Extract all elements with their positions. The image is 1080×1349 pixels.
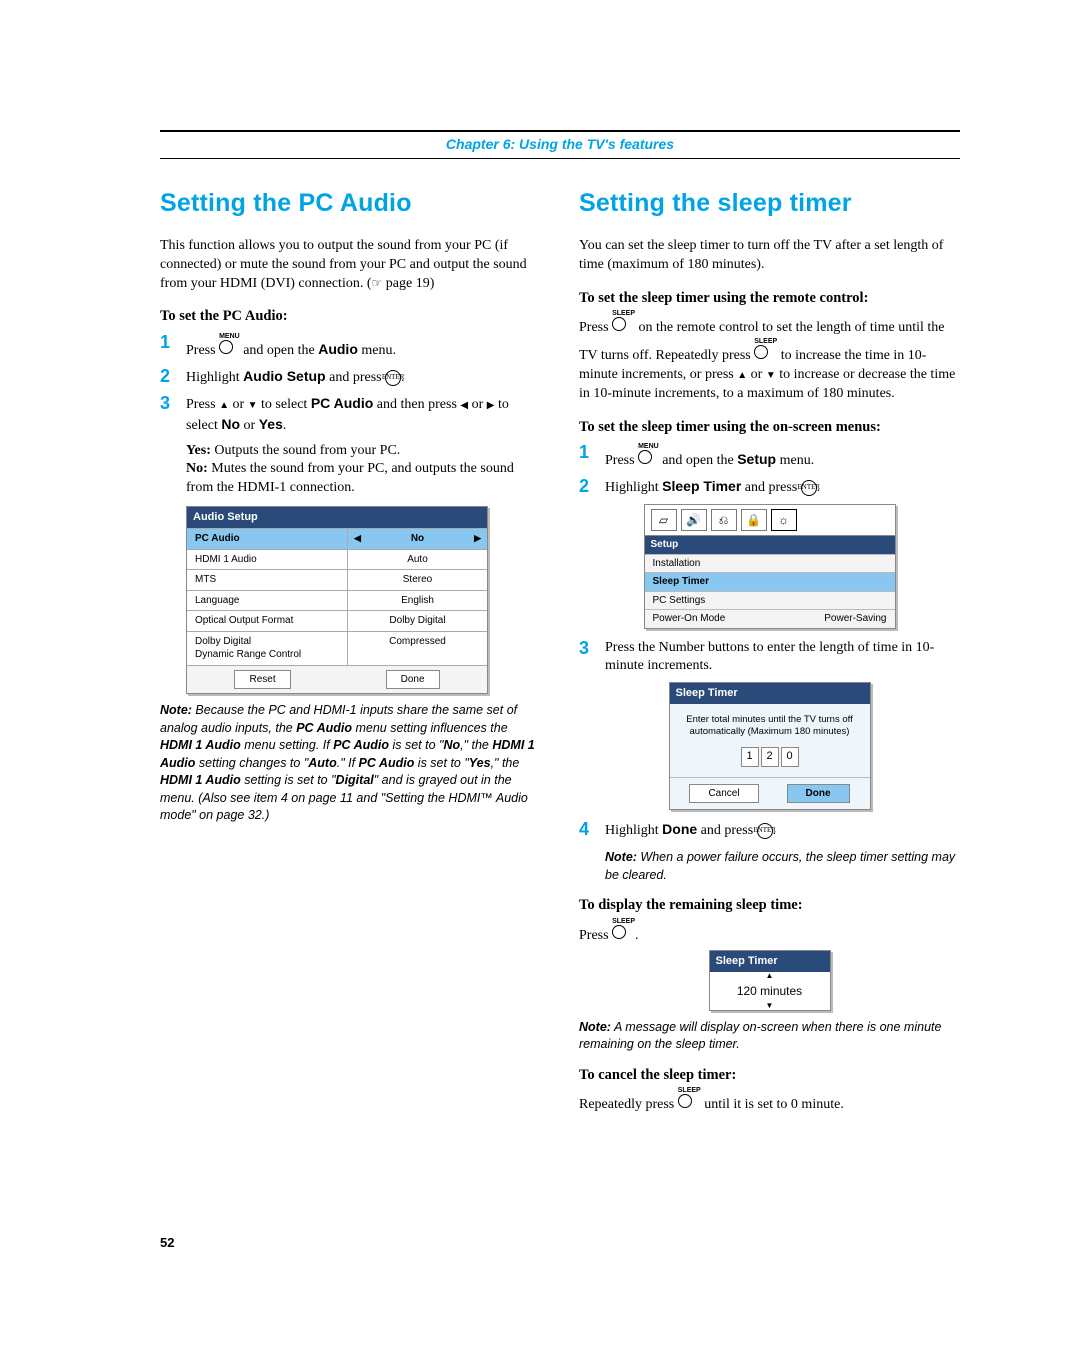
step-3: 3 Press ▲ or ▼ to select PC Audio and th… — [160, 394, 541, 436]
lock-icon: 🔒 — [741, 509, 767, 531]
sleep-digits: 1 2 0 — [740, 747, 800, 767]
sleep-button-icon: SLEEP — [612, 310, 635, 338]
subhead-set-pc-audio: To set the PC Audio: — [160, 307, 541, 327]
step-3: 3 Press the Number buttons to enter the … — [579, 639, 960, 677]
osd-row: Installation — [645, 554, 895, 573]
osd-title: Audio Setup — [187, 507, 487, 528]
osd-setup-title: Setup — [645, 536, 895, 554]
sleep-button-icon: SLEEP — [754, 338, 777, 366]
section-heading-sleep-timer: Setting the sleep timer — [579, 187, 960, 221]
step-1: 1 Press MENU and open the Audio menu. — [160, 333, 541, 361]
osd-row: Power-On ModePower-Saving — [645, 609, 895, 628]
intro-paragraph: This function allows you to output the s… — [160, 237, 541, 294]
note-one-minute: Note: A message will display on-screen w… — [579, 1019, 960, 1054]
step-1: 1 Press MENU and open the Setup menu. — [579, 443, 960, 471]
osd-sleep-mini: Sleep Timer ▲ 120 minutes ▼ — [709, 950, 831, 1011]
step-2: 2 Highlight Sleep Timer and press ENTER. — [579, 477, 960, 498]
osd-row: LanguageEnglish — [187, 590, 487, 611]
picture-icon: ▱ — [651, 509, 677, 531]
osd-sleep-buttons: Cancel Done — [670, 777, 870, 810]
menu-button-icon: MENU — [219, 333, 240, 361]
sleep-button-icon: SLEEP — [678, 1087, 701, 1115]
up-triangle-icon: ▲ — [737, 370, 747, 381]
osd-done-button: Done — [787, 784, 850, 804]
step-number: 1 — [160, 333, 186, 353]
enter-button-icon: ENTER — [757, 823, 773, 839]
steps-pc-audio: 1 Press MENU and open the Audio menu. 2 … — [160, 333, 541, 436]
applications-icon: ⎌ — [711, 509, 737, 531]
menu-button-icon: MENU — [638, 443, 659, 471]
right-column: Setting the sleep timer You can set the … — [579, 187, 960, 1115]
down-triangle-icon: ▼ — [766, 370, 776, 381]
osd-icon-row: ▱ 🔊 ⎌ 🔒 ☼ — [645, 505, 895, 536]
step-number: 3 — [160, 394, 186, 414]
osd-row-pc-audio: PC Audio ◀ No ▶ — [187, 528, 487, 549]
left-triangle-icon: ◀ — [460, 400, 468, 411]
down-triangle-icon: ▼ — [710, 1002, 830, 1010]
step-number: 3 — [579, 639, 605, 659]
sleep-remote-para: Press SLEEP on the remote control to set… — [579, 310, 960, 404]
left-column: Setting the PC Audio This function allow… — [160, 187, 541, 1115]
chapter-title: Chapter 6: Using the TV's features — [446, 136, 674, 152]
chapter-bar: Chapter 6: Using the TV's features — [160, 130, 960, 159]
page: Chapter 6: Using the TV's features Setti… — [0, 0, 1080, 1290]
enter-button-icon: ENTER — [385, 370, 401, 386]
section-heading-pc-audio: Setting the PC Audio — [160, 187, 541, 221]
osd-row: Dolby Digital Dynamic Range ControlCompr… — [187, 631, 487, 665]
step-number: 2 — [579, 477, 605, 497]
setup-icon: ☼ — [771, 509, 797, 531]
osd-row: PC Settings — [645, 591, 895, 610]
left-triangle-icon: ◀ — [354, 532, 361, 544]
osd-row: MTSStereo — [187, 569, 487, 590]
subhead-sleep-osd: To set the sleep timer using the on-scre… — [579, 418, 960, 438]
up-triangle-icon: ▲ — [710, 972, 830, 980]
step-number: 1 — [579, 443, 605, 463]
enter-button-icon: ENTER — [801, 480, 817, 496]
steps-sleep-cont: 3 Press the Number buttons to enter the … — [579, 639, 960, 677]
sleep-button-icon: SLEEP — [612, 918, 635, 946]
hand-pointer-icon: ☞ — [372, 276, 383, 290]
osd-audio-setup: Audio Setup PC Audio ◀ No ▶ HDMI 1 Audio… — [186, 506, 488, 694]
yes-no-description: Yes: Outputs the sound from your PC. No:… — [186, 442, 541, 499]
osd-setup-menu: ▱ 🔊 ⎌ 🔒 ☼ Setup Installation Sleep Timer… — [644, 504, 896, 629]
audio-icon: 🔊 — [681, 509, 707, 531]
note-power-failure: Note: When a power failure occurs, the s… — [605, 849, 960, 884]
page-number: 52 — [160, 1235, 960, 1250]
steps-sleep-4: 4 Highlight Done and press ENTER. — [579, 820, 960, 841]
osd-row: Optical Output FormatDolby Digital — [187, 610, 487, 631]
subhead-sleep-remote: To set the sleep timer using the remote … — [579, 289, 960, 309]
display-remaining-line: Press SLEEP. — [579, 918, 960, 946]
osd-row: HDMI 1 AudioAuto — [187, 549, 487, 570]
intro-sleep: You can set the sleep timer to turn off … — [579, 237, 960, 275]
step-4: 4 Highlight Done and press ENTER. — [579, 820, 960, 841]
osd-cancel-button: Cancel — [689, 784, 758, 804]
osd-row-sleep-timer: Sleep Timer — [645, 572, 895, 591]
osd-done-button: Done — [386, 670, 440, 690]
two-column-layout: Setting the PC Audio This function allow… — [160, 187, 960, 1115]
step-number: 2 — [160, 367, 186, 387]
cancel-sleep-line: Repeatedly press SLEEP until it is set t… — [579, 1087, 960, 1115]
step-number: 4 — [579, 820, 605, 840]
osd-reset-button: Reset — [234, 670, 290, 690]
osd-footer: Reset Done — [187, 665, 487, 694]
up-triangle-icon: ▲ — [219, 400, 229, 411]
osd-sleep-dialog: Sleep Timer Enter total minutes until th… — [669, 682, 871, 810]
down-triangle-icon: ▼ — [248, 400, 258, 411]
steps-sleep: 1 Press MENU and open the Setup menu. 2 … — [579, 443, 960, 498]
subhead-cancel-sleep: To cancel the sleep timer: — [579, 1066, 960, 1086]
step-2: 2 Highlight Audio Setup and press ENTER. — [160, 367, 541, 388]
right-triangle-icon: ▶ — [474, 532, 481, 544]
note-pc-audio: Note: Because the PC and HDMI-1 inputs s… — [160, 702, 541, 825]
subhead-display-remaining: To display the remaining sleep time: — [579, 896, 960, 916]
